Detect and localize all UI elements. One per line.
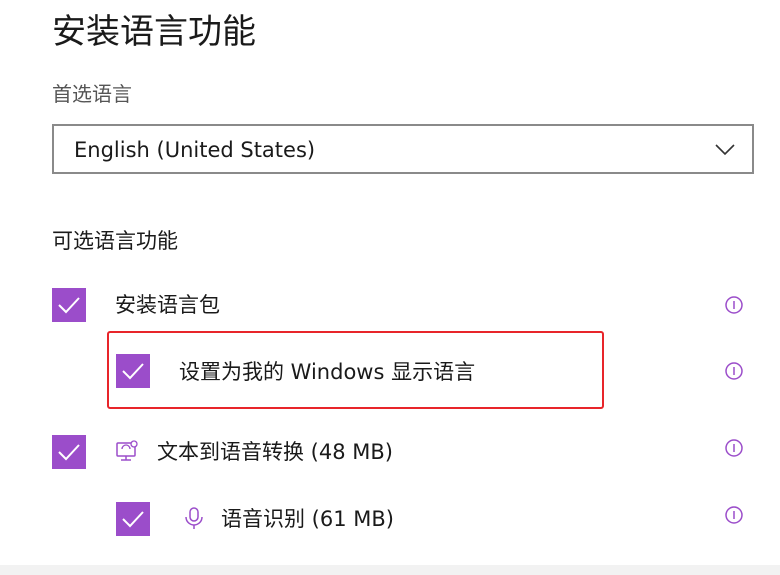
install-language-pack-label: 安装语言包 xyxy=(115,293,220,317)
page-title: 安装语言功能 xyxy=(52,12,256,52)
microphone-icon xyxy=(185,507,203,529)
speech-monitor-icon xyxy=(116,440,138,461)
install-language-pack-checkbox[interactable] xyxy=(52,288,86,322)
set-display-language-checkbox[interactable] xyxy=(116,354,150,388)
preferred-language-value: English (United States) xyxy=(74,138,316,162)
info-icon[interactable] xyxy=(724,295,744,315)
speech-recognition-checkbox[interactable] xyxy=(116,502,150,536)
optional-features-label: 可选语言功能 xyxy=(52,229,178,253)
speech-recognition-label: 语音识别 (61 MB) xyxy=(221,507,394,531)
preferred-language-label: 首选语言 xyxy=(52,82,132,106)
preferred-language-dropdown[interactable]: English (United States) xyxy=(52,124,754,174)
text-to-speech-label: 文本到语音转换 (48 MB) xyxy=(157,440,393,464)
info-icon[interactable] xyxy=(724,361,744,381)
install-language-features-page: 安装语言功能 首选语言 English (United States) 可选语言… xyxy=(0,0,780,575)
bottom-divider xyxy=(0,565,780,575)
checkmark-icon xyxy=(58,297,80,314)
info-icon[interactable] xyxy=(724,438,744,458)
chevron-down-icon xyxy=(715,144,735,156)
checkmark-icon xyxy=(122,363,144,380)
checkmark-icon xyxy=(122,511,144,528)
text-to-speech-checkbox[interactable] xyxy=(52,435,86,469)
info-icon[interactable] xyxy=(724,505,744,525)
set-display-language-label: 设置为我的 Windows 显示语言 xyxy=(179,360,476,384)
checkmark-icon xyxy=(58,444,80,461)
